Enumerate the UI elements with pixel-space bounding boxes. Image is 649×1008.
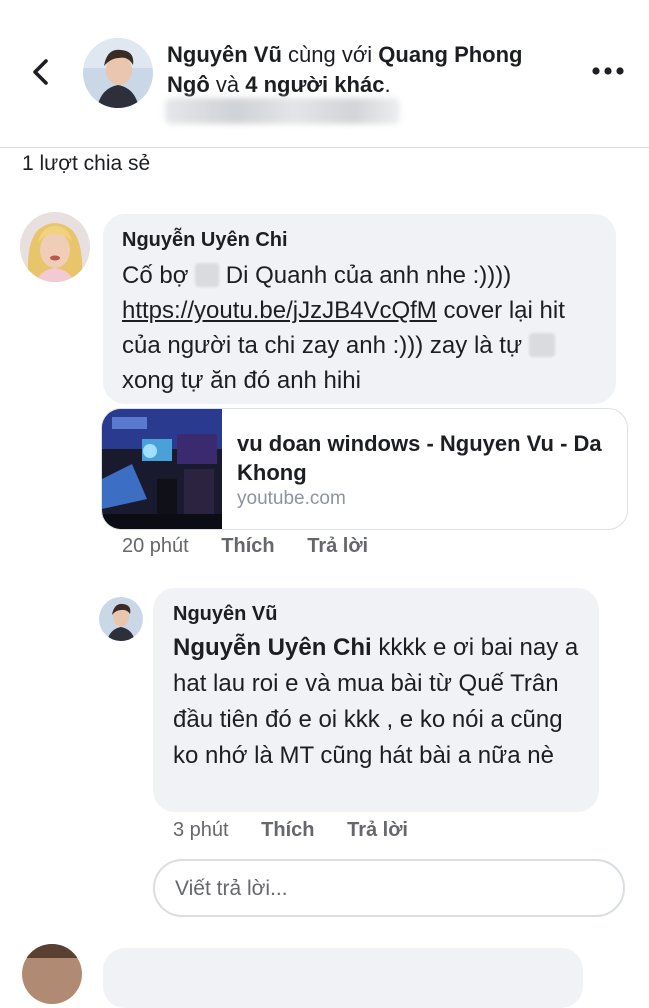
- title-period: .: [384, 72, 391, 97]
- like-button[interactable]: Thích: [221, 535, 274, 557]
- comment-text-part4: xong tự ăn đó anh hihi: [122, 367, 361, 394]
- link-preview-card[interactable]: vu doan windows - Nguyen Vu - Da Khong y…: [101, 408, 628, 530]
- header-divider: [0, 147, 649, 148]
- comment-actions: 20 phút Thích Trả lời: [122, 535, 395, 558]
- reply-actions: 3 phút Thích Trả lời: [173, 819, 435, 842]
- reply-button[interactable]: Trả lời: [307, 535, 368, 557]
- comment-text-part2: Di Quanh của anh nhe :)))): [225, 262, 512, 289]
- post-header-title: Nguyên Vũ cùng với Quang Phong Ngô và 4 …: [167, 40, 567, 100]
- reply-time[interactable]: 3 phút: [173, 819, 229, 841]
- blurred-post-meta: [165, 98, 400, 124]
- back-arrow-icon[interactable]: [26, 56, 58, 88]
- reply-input-box[interactable]: [153, 859, 625, 917]
- preview-title[interactable]: vu doan windows - Nguyen Vu - Da Khong: [237, 429, 617, 487]
- reply-mention[interactable]: Nguyễn Uyên Chi: [173, 634, 372, 661]
- comment-time[interactable]: 20 phút: [122, 535, 189, 557]
- replier-name[interactable]: Nguyên Vũ: [173, 603, 277, 626]
- reply-reply-button[interactable]: Trả lời: [347, 819, 408, 841]
- video-thumbnail: [102, 409, 222, 529]
- share-count[interactable]: 1 lượt chia sẻ: [22, 151, 150, 177]
- with-text: cùng với: [288, 42, 373, 67]
- next-comment-bubble: [103, 948, 583, 1008]
- and-text: và: [215, 72, 240, 97]
- redacted-word: [528, 333, 555, 357]
- next-commenter-avatar[interactable]: [22, 944, 82, 1004]
- reply-like-button[interactable]: Thích: [261, 819, 314, 841]
- author-avatar[interactable]: [83, 38, 153, 108]
- others-link[interactable]: 4 người khác: [245, 72, 384, 97]
- more-options-icon[interactable]: [590, 64, 626, 78]
- post-author-name[interactable]: Nguyên Vũ: [167, 42, 282, 67]
- replier-avatar[interactable]: [99, 597, 143, 641]
- reply-input[interactable]: [173, 861, 597, 917]
- commenter-name[interactable]: Nguyễn Uyên Chi: [122, 229, 288, 252]
- commenter-avatar[interactable]: [20, 212, 90, 282]
- comment-link[interactable]: https://youtu.be/jJzJB4VcQfM: [122, 297, 437, 324]
- comment-text: Cố bợ Di Quanh của anh nhe :)))) https:/…: [122, 258, 602, 398]
- redacted-word: [195, 263, 220, 287]
- reply-text: Nguyễn Uyên Chi kkkk e ơi bai nay a hat …: [173, 630, 593, 774]
- preview-domain: youtube.com: [237, 488, 346, 509]
- comment-text-part1: Cố bợ: [122, 262, 189, 289]
